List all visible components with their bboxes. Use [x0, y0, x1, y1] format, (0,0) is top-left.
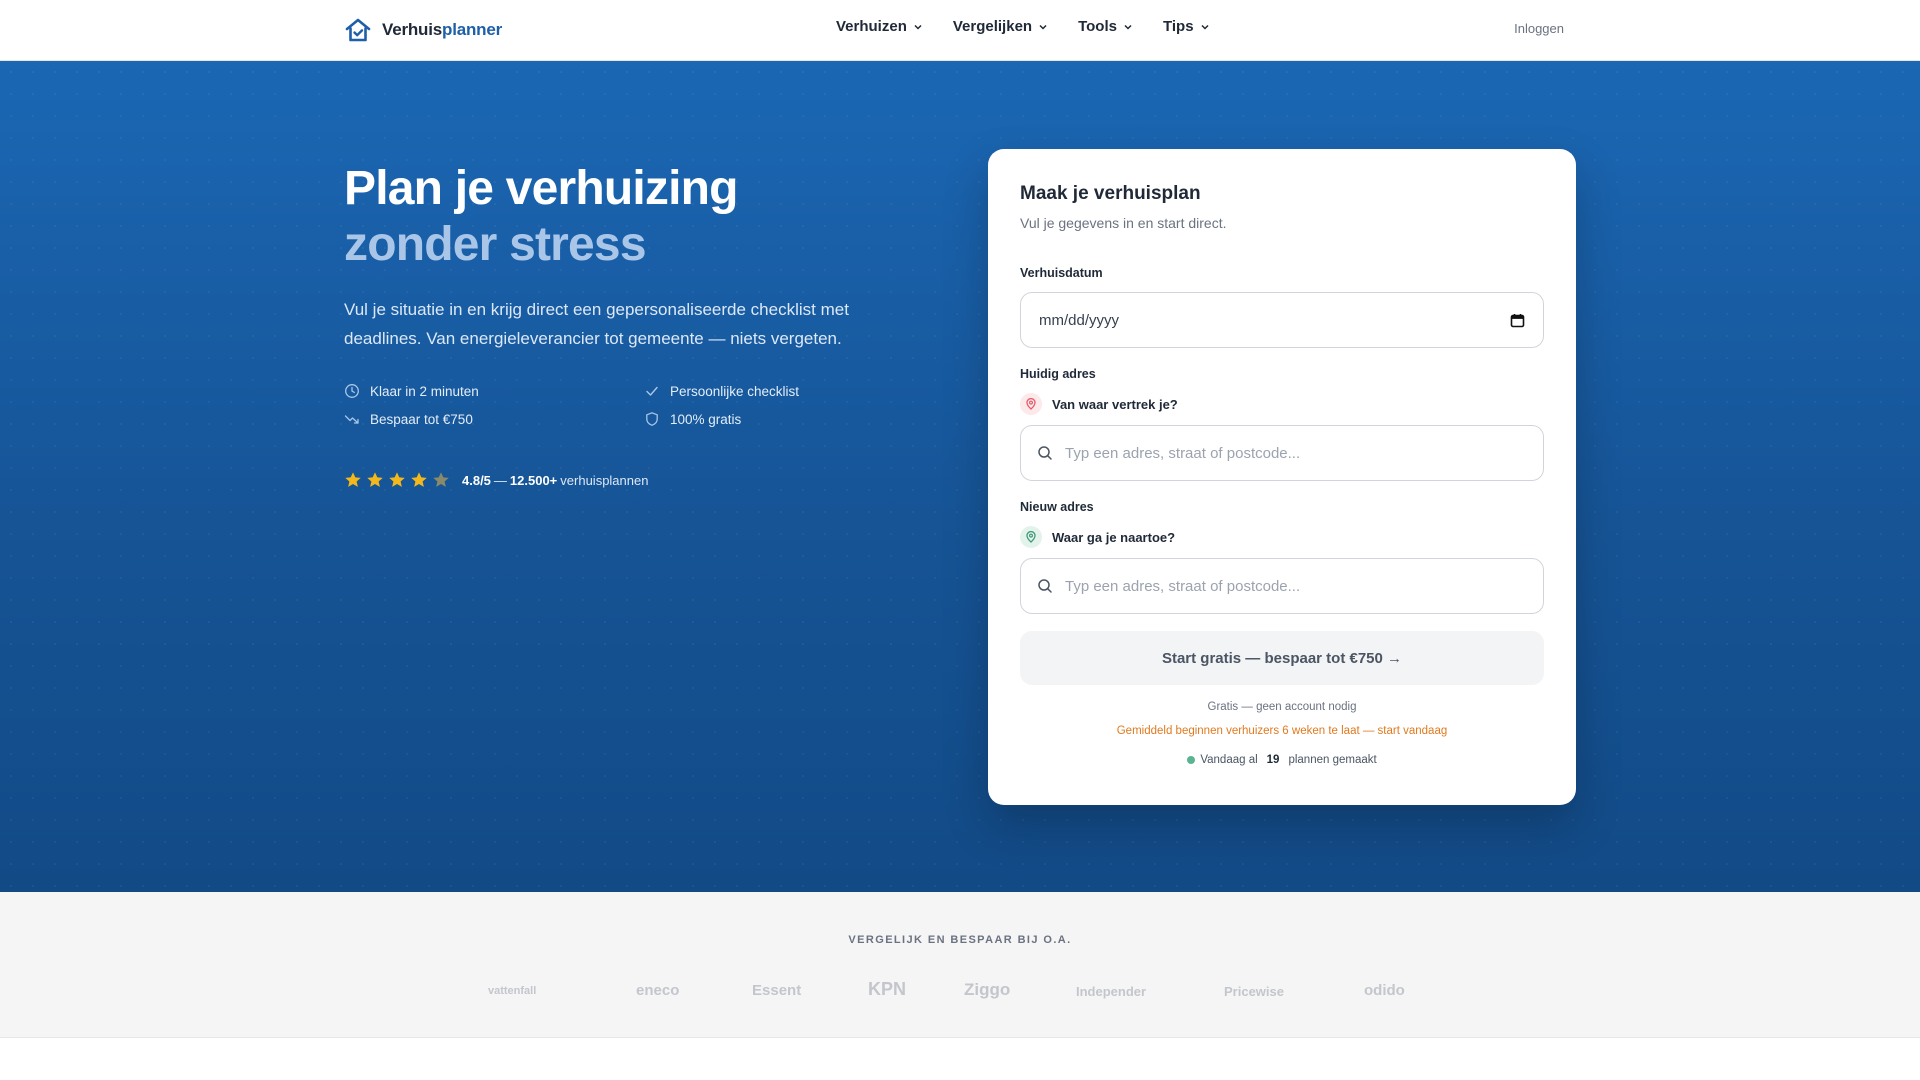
plans-counter: Vandaag al 19 plannen gemaakt: [988, 754, 1576, 766]
current-address-label: Huidig adres: [1020, 367, 1096, 381]
star-icon: [389, 472, 405, 487]
nav-item-tips[interactable]: Tips: [1163, 18, 1210, 35]
brands-heading: VERGELIJK EN BESPAAR BIJ O.A.: [848, 934, 1072, 946]
search-icon: [1038, 446, 1052, 460]
chevron-down-icon: [1124, 24, 1132, 30]
hero-title: Plan je verhuizing zonder stress: [344, 162, 739, 271]
brand-logo-odido: odido: [1364, 982, 1405, 999]
brand-logo-eneco: eneco: [636, 982, 680, 999]
feature-item: Klaar in 2 minuten: [344, 383, 644, 399]
trend-down-icon: [344, 415, 359, 424]
hero-section: Plan je verhuizing zonder stress Vul je …: [0, 61, 1920, 892]
site-header: Verhuisplanner Verhuizen Vergelijken Too…: [0, 0, 1920, 61]
hero-subtitle: Vul je situatie in en krijg direct een g…: [344, 300, 849, 348]
new-address-placeholder: Typ een adres, straat of postcode...: [1065, 577, 1301, 595]
new-address-label: Nieuw adres: [1020, 500, 1094, 514]
feature-item: 100% gratis: [644, 411, 944, 427]
destination-pin-badge: [1020, 526, 1042, 548]
calendar-icon[interactable]: [1510, 313, 1525, 328]
brand-logo-ziggo: Ziggo: [964, 980, 1011, 999]
destination-question: Waar ga je naartoe?: [1020, 526, 1175, 548]
partner-brands: VERGELIJK EN BESPAAR BIJ O.A. vattenfall…: [0, 892, 1920, 1038]
moving-plan-form: Maak je verhuisplan Vul je gegevens in e…: [988, 149, 1576, 805]
clock-icon: [345, 384, 359, 398]
logo[interactable]: Verhuisplanner: [344, 16, 502, 44]
map-pin-icon: [1026, 398, 1036, 410]
logo-text: Verhuisplanner: [382, 20, 503, 39]
chevron-down-icon: [1039, 24, 1047, 30]
origin-pin-badge: [1020, 393, 1042, 415]
nav-item-verhuizen[interactable]: Verhuizen: [836, 18, 923, 35]
date-value: mm/dd/yyyy: [1039, 311, 1120, 329]
search-icon: [1038, 579, 1052, 593]
main-nav: Verhuizen Vergelijken Tools Tips: [836, 18, 1210, 35]
feature-list: Klaar in 2 minuten Persoonlijke checklis…: [344, 383, 944, 427]
rating-count: 12.500+: [509, 472, 558, 488]
shield-icon: [646, 412, 658, 426]
start-button[interactable]: Start gratis — bespaar tot €750 →: [1020, 631, 1544, 685]
rating-separator: —: [493, 472, 507, 488]
login-link[interactable]: Inloggen: [1514, 21, 1564, 36]
warning-note: Gemiddeld beginnen verhuizers 6 weken te…: [1116, 725, 1448, 737]
map-pin-icon: [1026, 531, 1036, 543]
current-address-input[interactable]: Typ een adres, straat of postcode...: [1020, 425, 1544, 481]
rating: 4.8/5 — 12.500+ verhuisplannen: [344, 471, 648, 489]
star-icon: [433, 472, 449, 487]
brand-logo-kpn: KPN: [868, 979, 907, 999]
house-check-icon: [345, 18, 371, 42]
star-icon: [345, 472, 361, 487]
feature-item: Persoonlijke checklist: [644, 383, 944, 399]
brand-logo-independer: Independer: [1076, 984, 1147, 999]
origin-question: Van waar vertrek je?: [1020, 393, 1178, 415]
star-icon: [411, 472, 427, 487]
brand-logo-pricewise: Pricewise: [1224, 984, 1284, 999]
star-rating: [344, 471, 450, 489]
current-address-placeholder: Typ een adres, straat of postcode...: [1065, 444, 1301, 462]
chevron-down-icon: [1201, 24, 1209, 30]
no-account-note: Gratis — geen account nodig: [1207, 701, 1357, 713]
rating-score: 4.8/5: [462, 472, 491, 488]
brand-logo-vattenfall: vattenfall: [488, 985, 537, 997]
star-icon: [367, 472, 383, 487]
status-dot: [1187, 756, 1196, 764]
moving-date-field[interactable]: mm/dd/yyyy: [1020, 292, 1544, 348]
form-title: Maak je verhuisplan: [1020, 183, 1201, 204]
brand-logo-essent: Essent: [752, 982, 802, 999]
check-icon: [646, 386, 658, 396]
nav-item-vergelijken[interactable]: Vergelijken: [953, 18, 1048, 35]
feature-item: Bespaar tot €750: [344, 411, 644, 427]
nav-item-tools[interactable]: Tools: [1078, 18, 1133, 35]
chevron-down-icon: [914, 24, 922, 30]
form-subtitle: Vul je gegevens in en start direct.: [1020, 215, 1227, 231]
date-label: Verhuisdatum: [1020, 266, 1103, 280]
rating-suffix: verhuisplannen: [560, 472, 649, 488]
plans-count: 19: [1266, 754, 1280, 766]
new-address-input[interactable]: Typ een adres, straat of postcode...: [1020, 558, 1544, 614]
